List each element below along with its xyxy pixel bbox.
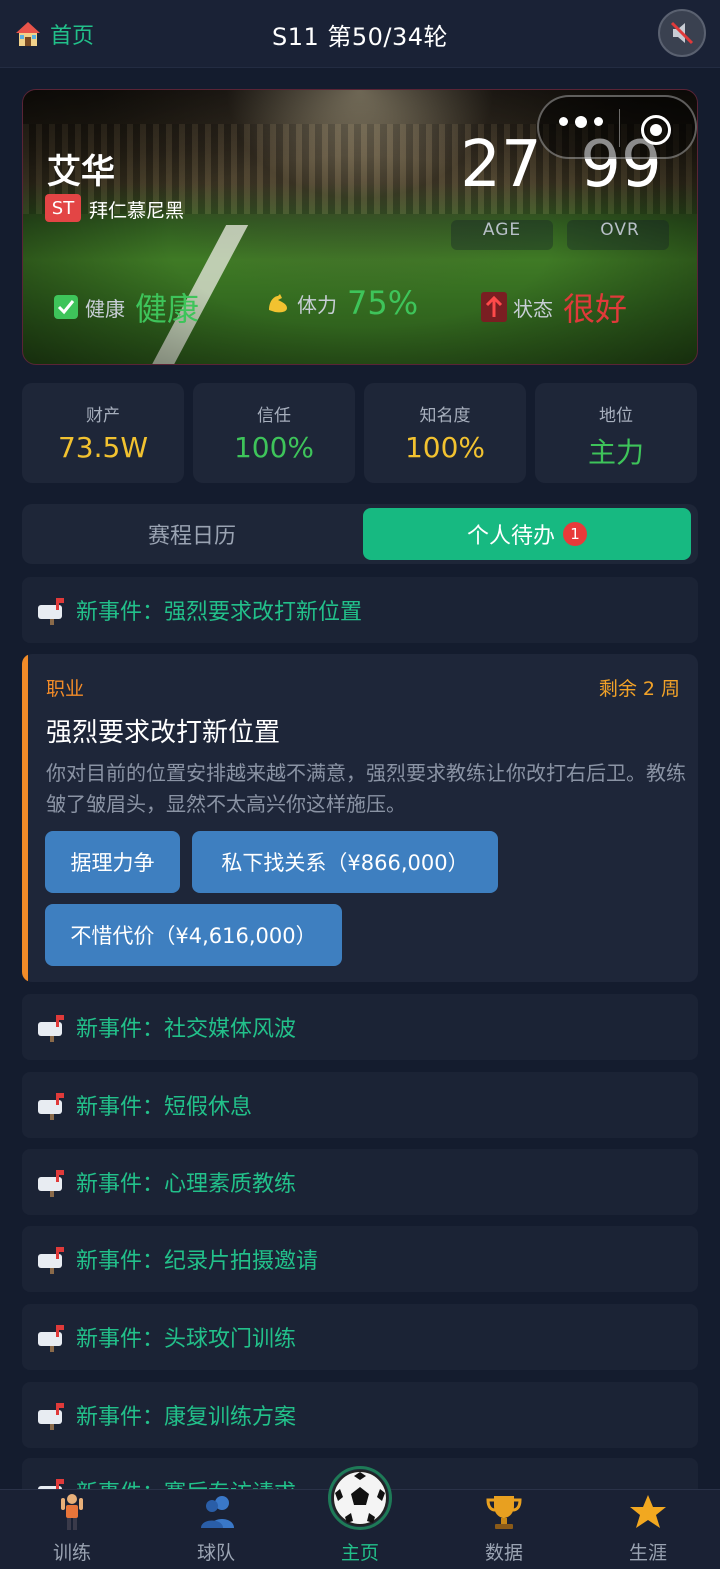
mailbox-icon xyxy=(38,1247,64,1274)
form-status: 状态 很好 xyxy=(481,284,627,330)
mute-button[interactable] xyxy=(658,9,706,57)
player-name: 艾华 xyxy=(47,152,115,192)
todo-count-badge: 1 xyxy=(563,522,587,546)
page-title: S11 第50/34轮 xyxy=(271,23,449,51)
nav-label: 生涯 xyxy=(628,1542,667,1564)
club-name: 拜仁慕尼黑 xyxy=(89,200,185,222)
event-title: 新事件：短假休息 xyxy=(76,1095,253,1120)
stat-card-fame: 知名度 100% xyxy=(364,383,526,483)
stat-label: 财产 xyxy=(86,406,120,426)
stat-label: 地位 xyxy=(599,406,633,426)
mailbox-icon xyxy=(38,1403,64,1430)
more-icon[interactable] xyxy=(559,116,603,128)
stat-value: 主力 xyxy=(587,436,644,469)
health-status: 健康 健康 xyxy=(53,284,199,330)
event-title: 新事件：心理素质教练 xyxy=(76,1172,297,1197)
nav-training[interactable]: 训练 xyxy=(0,1490,144,1569)
nav-label: 球队 xyxy=(196,1542,235,1564)
tab-bar: 赛程日历 个人待办 1 xyxy=(22,504,698,564)
mailbox-icon xyxy=(38,1170,64,1197)
star-icon xyxy=(630,1495,666,1528)
event-remaining: 剩余 2 周 xyxy=(598,678,680,700)
nav-career[interactable]: 生涯 xyxy=(576,1490,720,1569)
home-nav-ball[interactable] xyxy=(328,1466,392,1530)
event-title: 强烈要求改打新位置 xyxy=(46,718,281,748)
health-label: 健康 xyxy=(85,296,125,321)
event-item[interactable]: 新事件：社交媒体风波 xyxy=(22,994,698,1060)
event-title: 新事件：社交媒体风波 xyxy=(76,1017,297,1042)
top-bar: 首页 S11 第50/34轮 xyxy=(0,0,720,68)
age-label: AGE xyxy=(482,220,522,240)
stat-value: 73.5W xyxy=(57,431,149,464)
mailbox-icon xyxy=(38,1015,64,1042)
mini-program-capsule xyxy=(537,95,697,159)
event-item[interactable]: 新事件：短假休息 xyxy=(22,1072,698,1138)
event-description: 你对目前的位置安排越来越不满意，强烈要求教练让你改打右后卫。教练皱了皱眉头，显然… xyxy=(46,761,686,816)
muscle-icon xyxy=(265,290,291,316)
player-card: 艾华 ST 拜仁慕尼黑 27 99 AGE OVR 健康 健康 体力 75% 状… xyxy=(22,89,698,365)
stat-card-status: 地位 主力 xyxy=(535,383,697,483)
stamina-value: 75% xyxy=(347,284,419,322)
form-value: 很好 xyxy=(563,290,628,328)
stamina-status: 体力 75% xyxy=(265,284,418,322)
stat-label: 信任 xyxy=(257,406,291,426)
position-badge: ST xyxy=(45,194,81,222)
health-value: 健康 xyxy=(135,290,200,328)
argue-button[interactable]: 据理力争 xyxy=(45,831,180,893)
trainer-icon xyxy=(61,1494,83,1530)
mailbox-icon xyxy=(38,598,64,625)
nav-team[interactable]: 球队 xyxy=(144,1490,288,1569)
event-item[interactable]: 新事件：心理素质教练 xyxy=(22,1149,698,1215)
event-item[interactable]: 新事件：康复训练方案 xyxy=(22,1382,698,1448)
nav-label: 主页 xyxy=(340,1542,379,1564)
stat-value: 100% xyxy=(233,431,315,464)
stat-card-trust: 信任 100% xyxy=(193,383,355,483)
nav-stats[interactable]: 数据 xyxy=(432,1490,576,1569)
tab-todo-label: 个人待办 xyxy=(466,524,555,549)
tab-calendar[interactable]: 赛程日历 xyxy=(26,508,358,560)
form-label: 状态 xyxy=(513,296,553,321)
speaker-muted-icon xyxy=(670,21,694,45)
stamina-label: 体力 xyxy=(297,292,337,317)
mailbox-icon xyxy=(38,1093,64,1120)
nav-label: 数据 xyxy=(484,1542,523,1564)
expanded-event-card: 职业 剩余 2 周 强烈要求改打新位置 你对目前的位置安排越来越不满意，强烈要求… xyxy=(22,654,698,982)
connections-button[interactable]: 私下找关系（¥866,000） xyxy=(192,831,498,893)
ovr-label: OVR xyxy=(600,220,640,240)
trophy-icon xyxy=(486,1496,522,1529)
event-title: 新事件：纪录片拍摄邀请 xyxy=(76,1249,319,1274)
event-item[interactable]: 新事件：强烈要求改打新位置 xyxy=(22,577,698,643)
event-title: 新事件：强烈要求改打新位置 xyxy=(76,600,363,625)
arrow-up-icon xyxy=(481,292,507,322)
stat-value: 100% xyxy=(404,431,486,464)
app-page: 首页 S11 第50/34轮 艾华 ST 拜仁慕尼黑 27 99 AGE OVR xyxy=(0,0,720,1569)
soccer-ball-icon xyxy=(332,1470,388,1526)
mailbox-icon xyxy=(38,1325,64,1352)
team-icon xyxy=(201,1496,234,1528)
event-title: 新事件：康复训练方案 xyxy=(76,1405,297,1430)
event-item[interactable]: 新事件：纪录片拍摄邀请 xyxy=(22,1226,698,1292)
event-title: 新事件：头球攻门训练 xyxy=(76,1327,297,1352)
stat-label: 知名度 xyxy=(419,406,471,426)
check-icon xyxy=(53,294,79,320)
nav-label: 训练 xyxy=(52,1542,91,1564)
any-cost-button[interactable]: 不惜代价（¥4,616,000） xyxy=(45,904,342,966)
tab-todo[interactable]: 个人待办 1 xyxy=(363,508,691,560)
event-item[interactable]: 新事件：头球攻门训练 xyxy=(22,1304,698,1370)
stat-card-wealth: 财产 73.5W xyxy=(22,383,184,483)
close-target-icon[interactable] xyxy=(641,115,671,145)
event-category: 职业 xyxy=(46,678,85,700)
